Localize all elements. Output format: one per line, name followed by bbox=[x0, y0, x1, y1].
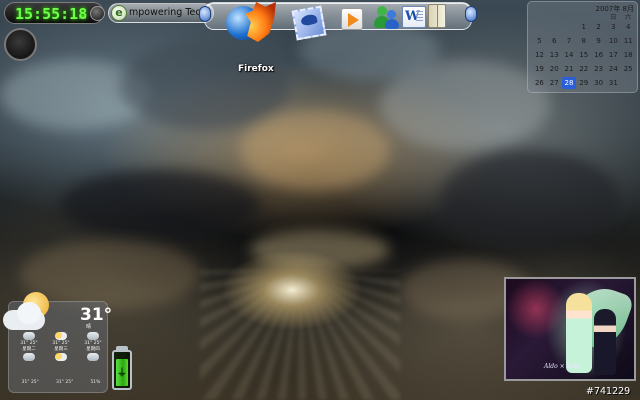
calendar-week-row: 26 27 28 29 30 31 bbox=[534, 77, 618, 89]
calendar-week-row: 1234 bbox=[581, 23, 631, 31]
plug-icon: ⏚ bbox=[117, 368, 127, 379]
clock-ampm: PM bbox=[79, 15, 87, 21]
firefox-icon[interactable] bbox=[222, 2, 278, 52]
forecast-day: 31° 25° 星期三 bbox=[46, 331, 76, 362]
forecast-day: 31° 25° 星期四 bbox=[78, 331, 108, 362]
round-gadget-icon[interactable] bbox=[4, 28, 37, 61]
weather-footer: 31° 25° 31° 25° 51% bbox=[21, 380, 101, 385]
cloudy-icon bbox=[87, 332, 99, 340]
cloudy-icon bbox=[87, 353, 99, 361]
calendar-week-row: 12 13 14 15 16 17 18 bbox=[534, 51, 633, 59]
calendar-weekdays: 日六 bbox=[610, 14, 632, 21]
brand-logo-icon: e bbox=[111, 5, 127, 21]
weather-forecast: 31° 25° 星期二 31° 25° 星期三 31° 25° 星期四 bbox=[13, 331, 109, 362]
dock-right-cap-icon[interactable] bbox=[465, 6, 477, 22]
digital-clock-gadget[interactable]: 15:55:18 PM bbox=[4, 2, 105, 24]
calendar-today: 28 bbox=[561, 77, 577, 89]
cloudy-icon bbox=[23, 332, 35, 340]
media-player-icon[interactable] bbox=[341, 8, 363, 30]
clock-time: 15:55:18 bbox=[15, 5, 88, 23]
dock-left-cap-icon[interactable] bbox=[199, 6, 211, 22]
calendar-week-row: 19 20 21 22 23 24 25 bbox=[534, 65, 633, 73]
partly-sunny-icon bbox=[55, 353, 67, 361]
photo-frame-gadget[interactable]: Aldo × Yuki bbox=[504, 277, 636, 381]
forecast-day: 31° 25° 星期二 bbox=[14, 331, 44, 362]
calendar-gadget[interactable]: 2007年 8月 日六 1234 5 6 7 8 9 10 11 12 13 14 15 16 17 1… bbox=[527, 1, 638, 93]
partly-sunny-icon bbox=[55, 332, 67, 340]
weather-condition: 晴 bbox=[86, 324, 92, 330]
brand-text: mpowering Tech bbox=[129, 7, 207, 18]
photo-signature: Aldo × Yuki bbox=[544, 363, 580, 370]
mail-icon[interactable] bbox=[290, 4, 330, 44]
messenger-icon[interactable] bbox=[373, 4, 401, 30]
battery-gadget[interactable]: ⏚ bbox=[112, 350, 132, 390]
word-icon[interactable]: W bbox=[402, 6, 426, 28]
cloudy-icon bbox=[23, 353, 35, 361]
firefox-label: Firefox bbox=[238, 64, 274, 74]
weather-temperature: 31° bbox=[80, 305, 113, 325]
image-id-label: #741229 bbox=[586, 386, 631, 397]
calendar-week-row: 5 6 7 8 9 10 11 bbox=[537, 37, 633, 45]
weather-gadget[interactable]: 31° 晴 31° 25° 星期二 31° 25° 星期三 31° 25° 星期… bbox=[3, 292, 112, 393]
folder-icon[interactable] bbox=[428, 4, 446, 28]
clock-knob-icon[interactable] bbox=[90, 6, 105, 21]
